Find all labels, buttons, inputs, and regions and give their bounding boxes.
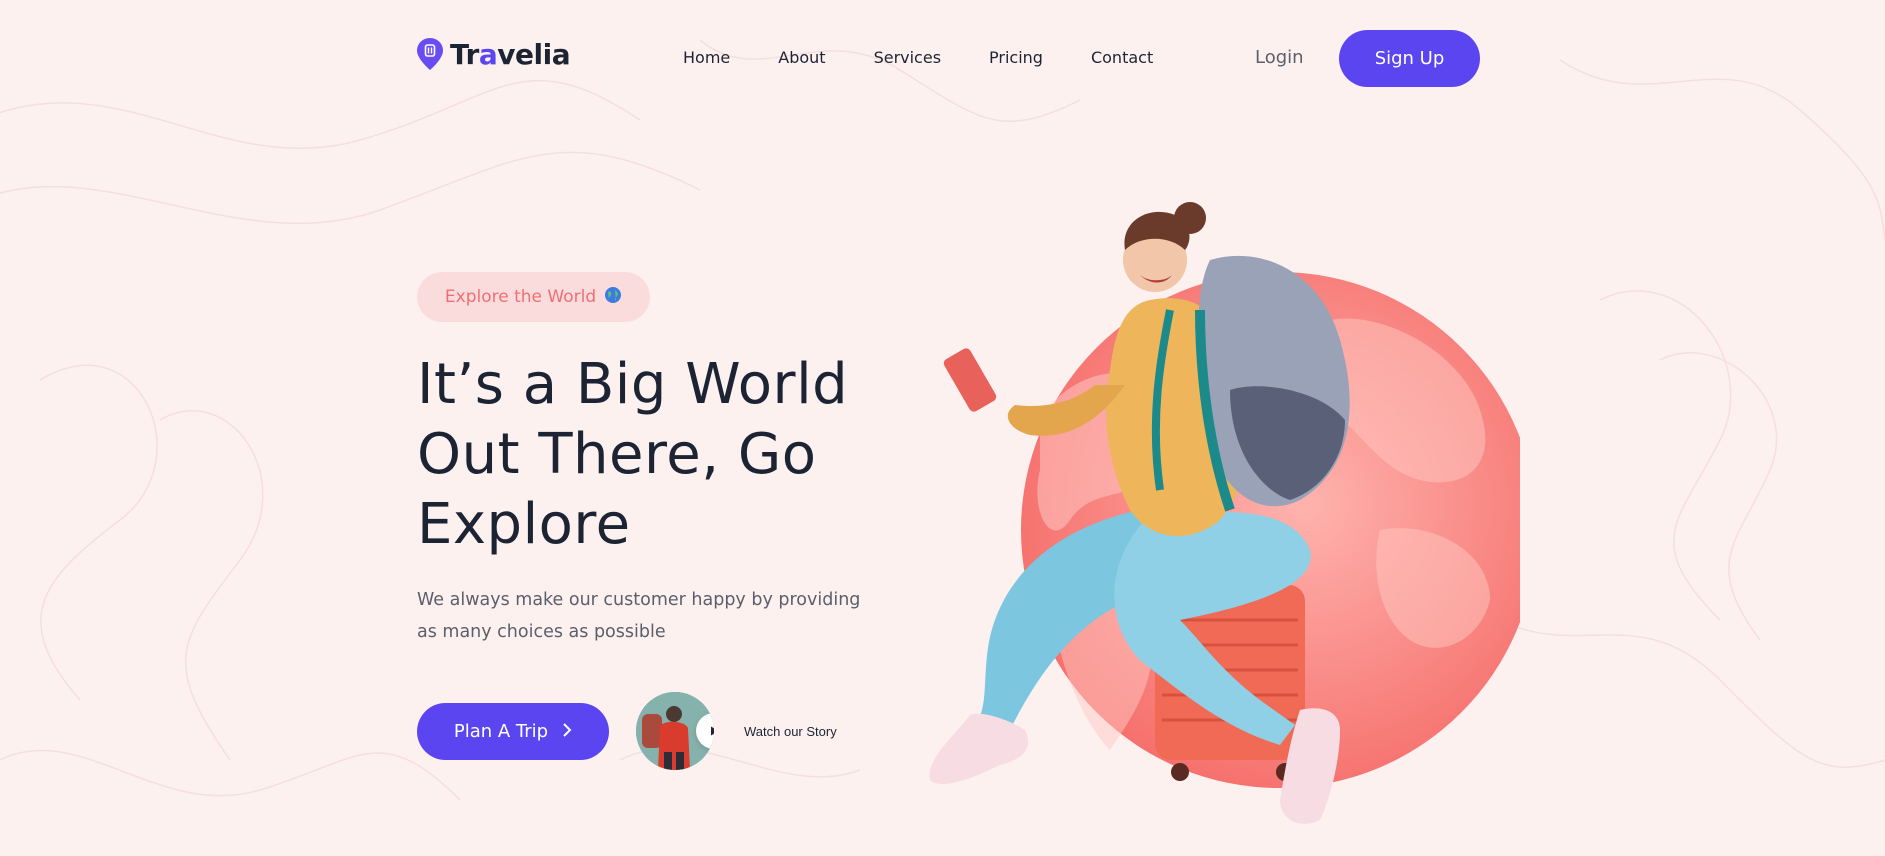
subtext-line: as many choices as possible bbox=[417, 622, 666, 642]
nav-item-about[interactable]: About bbox=[778, 48, 825, 67]
story-thumbnail[interactable] bbox=[636, 692, 714, 770]
nav-item-pricing[interactable]: Pricing bbox=[989, 48, 1043, 67]
plan-trip-label: Plan A Trip bbox=[453, 721, 549, 742]
signup-button[interactable]: Sign Up bbox=[1339, 30, 1480, 87]
headline-line: Explore bbox=[417, 492, 631, 557]
nav-item-contact[interactable]: Contact bbox=[1091, 48, 1153, 67]
brand-logo[interactable]: Travelia bbox=[416, 36, 571, 72]
main-nav: Home About Services Pricing Contact bbox=[683, 48, 1201, 67]
headline-line: It’s a Big World bbox=[417, 352, 849, 417]
watch-story[interactable]: Watch our Story bbox=[636, 692, 837, 770]
headline-line: Out There, Go bbox=[417, 422, 817, 487]
badge-label: Explore the World bbox=[444, 287, 597, 307]
chevron-right-icon bbox=[562, 722, 572, 741]
subtext-line: We always make our customer happy by pro… bbox=[417, 590, 861, 610]
location-pin-icon bbox=[417, 38, 443, 70]
brand-name: Travelia bbox=[450, 37, 571, 71]
hero-headline: It’s a Big World Out There, Go Explore bbox=[417, 350, 887, 560]
watch-story-label[interactable]: Watch our Story bbox=[744, 724, 837, 739]
nav-item-services[interactable]: Services bbox=[874, 48, 941, 67]
plan-trip-button[interactable]: Plan A Trip bbox=[417, 703, 609, 760]
hero-subtext: We always make our customer happy by pro… bbox=[417, 584, 877, 648]
globe-icon bbox=[604, 286, 622, 308]
traveler-hero-image bbox=[929, 202, 1520, 824]
explore-badge: Explore the World bbox=[417, 272, 650, 322]
login-link[interactable]: Login bbox=[1255, 47, 1304, 68]
play-icon bbox=[711, 726, 714, 736]
nav-item-home[interactable]: Home bbox=[683, 48, 730, 67]
